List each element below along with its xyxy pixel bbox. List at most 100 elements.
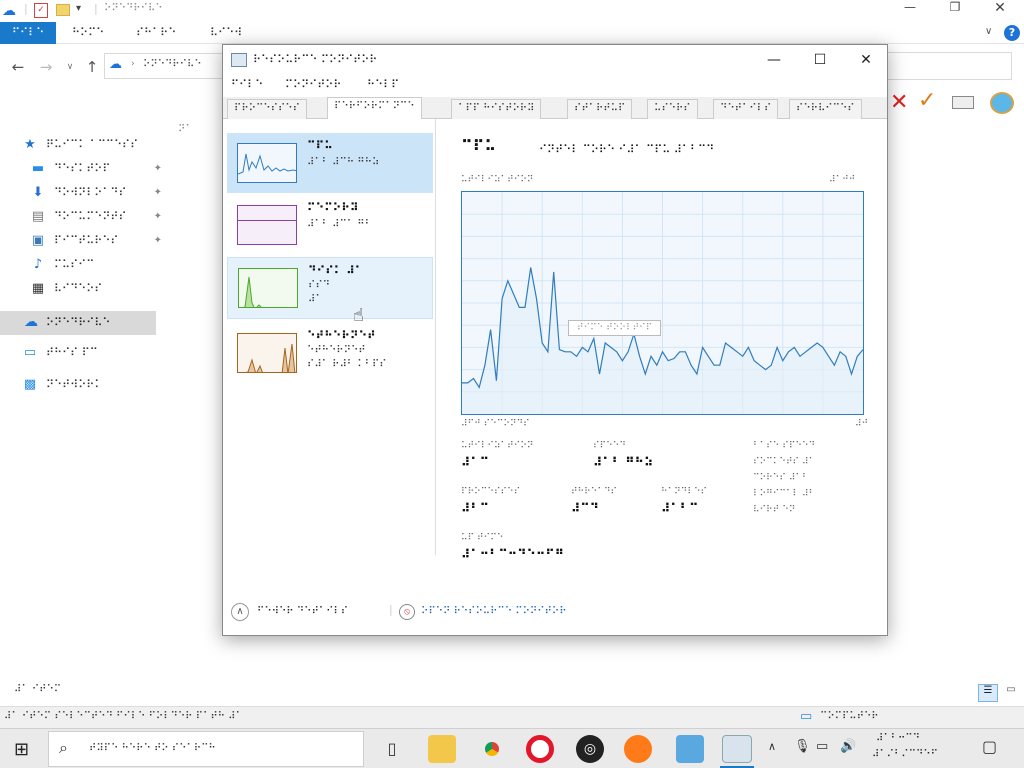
expand-ribbon-icon[interactable]: ∨ (985, 26, 992, 37)
notification-icon[interactable]: ▢ (982, 737, 997, 756)
title-bar[interactable]: ⠗⠑⠎⠕⠥⠗⠉⠑ ⠍⠕⠝⠊⠞⠕⠗ — ☐ ✕ (223, 45, 887, 75)
pictures-app-icon[interactable] (676, 735, 704, 763)
sidebar-item-videos[interactable]: ▦ ⠧⠊⠙⠑⠕⠎ (30, 278, 164, 300)
cpu-utilization-graph: ⠞⠊⠍⠑ ⠞⠕⠕⠇⠞⠊⠏ (461, 191, 864, 415)
tab-users[interactable]: ⠥⠎⠑⠗⠎ (647, 99, 698, 119)
sidebar-item-network[interactable]: ▩ ⠝⠑⠞⠺⠕⠗⠅ (22, 374, 156, 396)
sidebar-item-onedrive[interactable]: ☁ ⠕⠝⠑⠙⠗⠊⠧⠑ (0, 311, 156, 335)
computer-icon: ▭ (800, 709, 813, 724)
menu-file[interactable]: ⠋⠊⠇⠑ (225, 77, 269, 93)
stat-value: ⠼⠃⠉ (461, 501, 490, 515)
close-button[interactable]: ✕ (990, 0, 1010, 20)
file-explorer-icon[interactable] (428, 735, 456, 763)
sidebar-item-this-pc[interactable]: ▭ ⠞⠓⠊⠎ ⠏⠉ (22, 342, 156, 364)
show-hidden-icons-icon[interactable]: ∧ (768, 740, 776, 753)
video-icon: ▦ (31, 281, 45, 296)
address-box[interactable]: ☁ › ⠕⠝⠑⠙⠗⠊⠧⠑ (104, 53, 226, 79)
tab-file[interactable]: ⠋⠊⠇⠑ (0, 22, 56, 44)
taskbar: ⊞ ⌕ ⠞⠽⠏⠑ ⠓⠑⠗⠑ ⠞⠕ ⠎⠑⠁⠗⠉⠓ ▯ ◎ ∧ 🎙 ▭ 🔊 ⠼⠁⠃⠒… (0, 728, 1024, 768)
firefox-icon[interactable] (624, 735, 652, 763)
clock-date[interactable]: ⠼⠁⠌⠃⠌⠉⠙⠑⠋ (872, 749, 938, 760)
tab-share[interactable]: ⠎⠓⠁⠗⠑ (124, 22, 188, 44)
minimize-button[interactable]: — (900, 0, 920, 20)
tab-app-history[interactable]: ⠁⠏⠏ ⠓⠊⠎⠞⠕⠗⠽ (451, 99, 542, 119)
forward-arrow-icon[interactable]: → (36, 58, 56, 76)
processor-name: ⠊⠝⠞⠑⠇ ⠉⠕⠗⠑ ⠊⠼⠁ ⠉⠏⠥ ⠼⠁⠃⠉⠙ (539, 143, 715, 156)
tab-processes[interactable]: ⠏⠗⠕⠉⠑⠎⠎⠑⠎ (227, 99, 307, 119)
tile-ethernet[interactable]: ⠑⠞⠓⠑⠗⠝⠑⠞ ⠑⠞⠓⠑⠗⠝⠑⠞ ⠎⠼⠁ ⠗⠼⠃ ⠅⠃⠏⠎ (227, 323, 433, 383)
ribbon-tabs: ⠋⠊⠇⠑ ⠓⠕⠍⠑ ⠎⠓⠁⠗⠑ ⠧⠊⠑⠺ ∨ ? (0, 22, 1024, 44)
help-icon[interactable]: ? (1004, 25, 1020, 41)
address-path: ⠕⠝⠑⠙⠗⠊⠧⠑ (143, 59, 202, 70)
obs-icon[interactable]: ◎ (576, 735, 604, 763)
back-arrow-icon[interactable]: ← (8, 58, 28, 76)
tab-home[interactable]: ⠓⠕⠍⠑ (60, 22, 116, 44)
tile-subtitle-2: ⠎⠼⠁ ⠗⠼⠃ ⠅⠃⠏⠎ (307, 359, 387, 370)
computer-icon: ▭ (23, 345, 37, 360)
resource-monitor-icon: ⦸ (399, 604, 415, 620)
quick-access-toolbar: ☁ | ✓ ▾ | ⠕⠝⠑⠙⠗⠊⠧⠑ — ❐ ✕ (0, 0, 1024, 22)
chevron-up-icon[interactable]: ∧ (231, 603, 249, 621)
pin-icon: ✦ (153, 187, 162, 198)
open-resource-monitor-link[interactable]: ⠕⠏⠑⠝ ⠗⠑⠎⠕⠥⠗⠉⠑ ⠍⠕⠝⠊⠞⠕⠗ (421, 606, 567, 617)
windows-start-icon[interactable]: ⊞ (14, 739, 29, 760)
sidebar-item-pictures[interactable]: ▣ ⠏⠊⠉⠞⠥⠗⠑⠎ ✦ (30, 230, 164, 252)
sidebar-item-downloads[interactable]: ⬇ ⠙⠕⠺⠝⠇⠕⠁⠙⠎ ✦ (30, 182, 164, 204)
bottom-link-bar: ∧ ⠋⠑⠺⠑⠗ ⠙⠑⠞⠁⠊⠇⠎ | ⦸ ⠕⠏⠑⠝ ⠗⠑⠎⠕⠥⠗⠉⠑ ⠍⠕⠝⠊⠞⠕… (231, 603, 631, 623)
picture-icon: ▣ (31, 233, 45, 248)
maximize-button[interactable]: ☐ (797, 45, 843, 75)
fewer-details-link[interactable]: ⠋⠑⠺⠑⠗ ⠙⠑⠞⠁⠊⠇⠎ (257, 606, 348, 617)
stat-label: ⠓⠁⠝⠙⠇⠑⠎ (661, 487, 708, 497)
tab-services[interactable]: ⠎⠑⠗⠧⠊⠉⠑⠎ (789, 99, 862, 119)
details-view-icon[interactable]: ☰ (978, 684, 998, 702)
customize-chevron-icon[interactable]: ▾ (76, 3, 81, 14)
tab-performance[interactable]: ⠏⠑⠗⠋⠕⠗⠍⠁⠝⠉⠑ (327, 97, 422, 120)
properties-icon[interactable]: ✓ (34, 3, 48, 18)
chrome-icon[interactable] (478, 735, 506, 763)
stat-label: ⠞⠓⠗⠑⠁⠙⠎ (571, 487, 618, 497)
tab-startup[interactable]: ⠎⠞⠁⠗⠞⠥⠏ (567, 99, 633, 119)
sidebar-item-documents[interactable]: ▤ ⠙⠕⠉⠥⠍⠑⠝⠞⠎ ✦ (30, 206, 164, 228)
quick-access-item[interactable]: ★ ⠟⠥⠊⠉⠅ ⠁⠉⠉⠑⠎⠎ (22, 134, 156, 156)
checkmark-icon[interactable]: ✓ (918, 88, 936, 113)
shell-icon[interactable] (990, 92, 1014, 114)
close-button[interactable]: ✕ (843, 45, 889, 75)
new-folder-icon[interactable] (56, 4, 70, 16)
volume-icon[interactable]: 🔊 (840, 739, 856, 754)
menu-help[interactable]: ⠓⠑⠇⠏ (361, 77, 405, 93)
tile-disk[interactable]: ⠙⠊⠎⠅ ⠼⠁ ⠎⠎⠙ ⠼⠁ (227, 257, 433, 319)
tab-view[interactable]: ⠧⠊⠑⠺ (198, 22, 254, 44)
large-icons-view-icon[interactable]: ▭ (1002, 684, 1020, 702)
tile-memory[interactable]: ⠍⠑⠍⠕⠗⠽ ⠼⠁⠃ ⠼⠉⠁ ⠛⠃ (227, 195, 433, 255)
cores-label: ⠉⠕⠗⠑⠎ ⠼⠁⠃ (753, 473, 809, 483)
resource-monitor-taskbar-icon[interactable] (722, 735, 752, 763)
graph-top-left-label: ⠥⠞⠊⠇⠊⠵⠁⠞⠊⠕⠝ (461, 175, 534, 185)
minimize-button[interactable]: — (751, 45, 797, 75)
onedrive-cloud-icon: ☁ (109, 57, 122, 72)
onedrive-cloud-icon: ☁ (24, 314, 38, 330)
tile-title: ⠑⠞⠓⠑⠗⠝⠑⠞ (307, 329, 376, 342)
menu-monitor[interactable]: ⠍⠕⠝⠊⠞⠕⠗ (279, 77, 347, 93)
task-view-icon[interactable]: ▯ (378, 735, 406, 763)
network-icon: ▩ (23, 377, 37, 392)
sidebar-item-music[interactable]: ♪ ⠍⠥⠎⠊⠉ (30, 254, 164, 276)
sidebar-item-desktop[interactable]: ▬ ⠙⠑⠎⠅⠞⠕⠏ ✦ (30, 158, 164, 180)
stat-label: ⠎⠏⠑⠑⠙ (593, 441, 626, 451)
mail-icon[interactable] (952, 96, 974, 109)
network-status-icon[interactable]: ▭ (816, 739, 828, 754)
opera-icon[interactable] (526, 735, 554, 763)
taskbar-search-box[interactable]: ⌕ ⠞⠽⠏⠑ ⠓⠑⠗⠑ ⠞⠕ ⠎⠑⠁⠗⠉⠓ (48, 731, 364, 767)
tile-cpu[interactable]: ⠉⠏⠥ ⠼⠁⠃ ⠼⠉⠓ ⠛⠓⠵ (227, 133, 433, 193)
ethernet-thumbnail (237, 333, 297, 373)
base-speed-label: ⠃⠁⠎⠑ ⠎⠏⠑⠑⠙ (753, 441, 816, 451)
microphone-icon[interactable]: 🎙 (794, 739, 811, 754)
search-box[interactable] (886, 52, 1012, 80)
performance-panel: ⠉⠏⠥ ⠼⠁⠃ ⠼⠉⠓ ⠛⠓⠵ ⠍⠑⠍⠕⠗⠽ ⠼⠁⠃ ⠼⠉⠁ ⠛⠃ ⠙⠊⠎⠅ ⠼… (223, 119, 887, 635)
recent-locations-icon[interactable]: ∨ (60, 58, 80, 76)
cancel-x-icon[interactable]: ✕ (890, 90, 908, 115)
tab-details[interactable]: ⠙⠑⠞⠁⠊⠇⠎ (713, 99, 779, 119)
music-icon: ♪ (33, 257, 43, 272)
clock-time[interactable]: ⠼⠁⠃⠒⠉⠙ (876, 733, 920, 744)
restore-button[interactable]: ❐ (945, 0, 965, 20)
up-arrow-icon[interactable]: ↑ (82, 58, 102, 76)
